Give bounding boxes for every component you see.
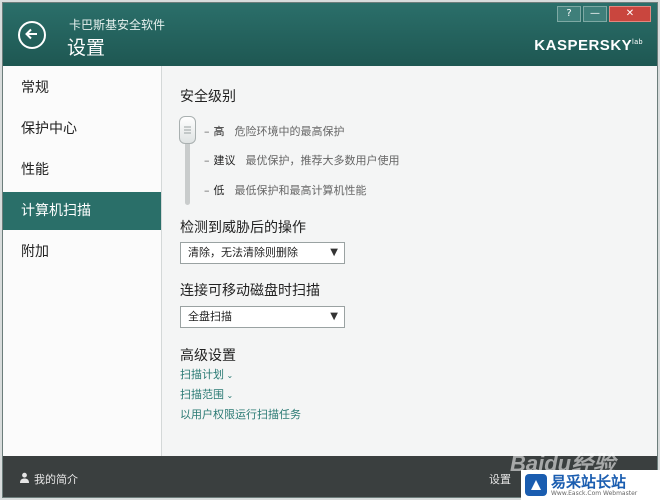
removable-scan-select[interactable]: 全盘扫描 ▼ (180, 306, 345, 328)
minimize-button[interactable]: — (583, 6, 607, 22)
sidebar-item-general[interactable]: 常规 (3, 69, 161, 107)
site-name: 易采站长站 (551, 472, 627, 491)
run-as-user-link[interactable]: 以用户权限运行扫描任务 (180, 406, 301, 422)
scan-schedule-link[interactable]: 扫描计划 ⌄ (180, 366, 233, 382)
user-icon (19, 472, 30, 486)
title-bar: 卡巴斯基安全软件 设置 KASPERSKYlab ? — ✕ (3, 3, 657, 66)
security-level-slider-thumb[interactable] (179, 116, 196, 144)
grip-icon (184, 126, 191, 134)
chevron-down-icon: ▼ (330, 311, 338, 322)
site-url: Www.Easck.Com Webmaster (551, 489, 638, 497)
level-high[interactable]: – 高危险环境中的最高保护 (204, 123, 345, 139)
footer-settings-link[interactable]: 设置 (489, 471, 511, 487)
close-button[interactable]: ✕ (609, 6, 651, 22)
level-low[interactable]: – 低最低保护和最高计算机性能 (204, 182, 367, 198)
sidebar-item-computer-scan[interactable]: 计算机扫描 (3, 192, 161, 230)
sidebar: 常规 保护中心 性能 计算机扫描 附加 (3, 66, 162, 456)
app-window: 卡巴斯基安全软件 设置 KASPERSKYlab ? — ✕ 常规 保护中心 性… (2, 2, 658, 498)
advanced-settings-title: 高级设置 (180, 348, 236, 364)
threat-action-select[interactable]: 清除，无法清除则删除 ▼ (180, 242, 345, 264)
scan-scope-link[interactable]: 扫描范围 ⌄ (180, 386, 233, 402)
site-logo-icon (525, 474, 547, 496)
chevron-down-icon: ▼ (330, 247, 338, 258)
app-name: 卡巴斯基安全软件 (69, 18, 166, 32)
my-profile-link[interactable]: 我的简介 (19, 471, 78, 487)
site-watermark: 易采站长站 Www.Easck.Com Webmaster (521, 470, 660, 500)
kaspersky-logo: KASPERSKYlab (534, 37, 643, 54)
sidebar-item-additional[interactable]: 附加 (3, 233, 161, 271)
sidebar-item-performance[interactable]: 性能 (3, 151, 161, 189)
chevron-down-icon: ⌄ (224, 371, 234, 380)
level-recommended[interactable]: – 建议 最优保护，推荐大多数用户使用 (204, 152, 400, 168)
chevron-down-icon: ⌄ (224, 391, 234, 400)
window-controls: ? — ✕ (557, 6, 651, 22)
security-level-title: 安全级别 (180, 89, 236, 105)
back-button[interactable] (18, 21, 46, 49)
arrow-left-icon (25, 26, 39, 45)
page-title: 设置 (67, 37, 106, 59)
threat-action-title: 检测到威胁后的操作 (180, 220, 306, 236)
settings-panel: 安全级别 – 高危险环境中的最高保护 – 建议 最优保护，推荐大多数用户使用 – 低最低… (162, 66, 657, 456)
sidebar-item-protection-center[interactable]: 保护中心 (3, 110, 161, 148)
help-button[interactable]: ? (557, 6, 581, 22)
removable-scan-title: 连接可移动磁盘时扫描 (180, 283, 320, 299)
